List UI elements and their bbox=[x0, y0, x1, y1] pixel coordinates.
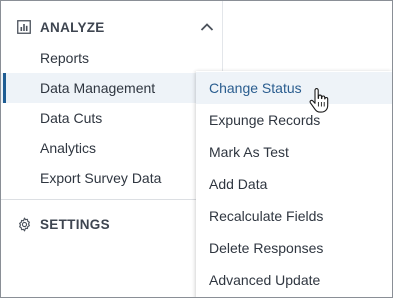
sidebar-item-label: Reports bbox=[40, 50, 90, 66]
sidebar-item-reports[interactable]: Reports bbox=[1, 43, 222, 73]
submenu-item-change-status[interactable]: Change Status bbox=[196, 72, 392, 104]
analyze-label: ANALYZE bbox=[40, 19, 105, 35]
submenu-item-label: Change Status bbox=[209, 80, 302, 96]
sidebar-item-label: Analytics bbox=[40, 140, 97, 156]
settings-label: SETTINGS bbox=[40, 216, 110, 232]
gear-icon bbox=[16, 216, 32, 232]
submenu-item-label: Recalculate Fields bbox=[209, 208, 324, 224]
sidebar-item-export-survey-data[interactable]: Export Survey Data bbox=[1, 163, 222, 193]
submenu-item-label: Mark As Test bbox=[209, 144, 289, 160]
hand-pointer-cursor-icon bbox=[309, 88, 329, 114]
submenu-item-mark-as-test[interactable]: Mark As Test bbox=[196, 136, 392, 168]
bar-chart-icon bbox=[16, 19, 32, 35]
submenu-item-recalculate-fields[interactable]: Recalculate Fields bbox=[196, 200, 392, 232]
submenu-item-add-data[interactable]: Add Data bbox=[196, 168, 392, 200]
app-window: ANALYZE Reports Data Management Data Cut… bbox=[0, 0, 393, 298]
submenu-item-advanced-update[interactable]: Advanced Update bbox=[196, 264, 392, 296]
submenu-item-label: Delete Responses bbox=[209, 240, 324, 256]
chevron-up-icon[interactable] bbox=[198, 18, 216, 36]
submenu-item-label: Expunge Records bbox=[209, 112, 321, 128]
submenu-item-expunge-records[interactable]: Expunge Records bbox=[196, 104, 392, 136]
sidebar: ANALYZE Reports Data Management Data Cut… bbox=[1, 1, 223, 297]
submenu-item-label: Advanced Update bbox=[209, 272, 321, 288]
sidebar-item-label: Export Survey Data bbox=[40, 170, 162, 186]
sidebar-divider bbox=[1, 199, 222, 200]
submenu-item-delete-responses[interactable]: Delete Responses bbox=[196, 232, 392, 264]
data-management-submenu: Change Status Expunge Records Mark As Te… bbox=[196, 71, 392, 297]
settings-section-header[interactable]: SETTINGS bbox=[1, 209, 222, 239]
analyze-section-header[interactable]: ANALYZE bbox=[1, 12, 222, 42]
sidebar-item-data-cuts[interactable]: Data Cuts bbox=[1, 103, 222, 133]
submenu-item-label: Add Data bbox=[209, 176, 268, 192]
sidebar-item-label: Data Cuts bbox=[40, 110, 103, 126]
sidebar-item-analytics[interactable]: Analytics bbox=[1, 133, 222, 163]
sidebar-item-data-management[interactable]: Data Management bbox=[1, 73, 222, 103]
sidebar-item-label: Data Management bbox=[40, 80, 156, 96]
